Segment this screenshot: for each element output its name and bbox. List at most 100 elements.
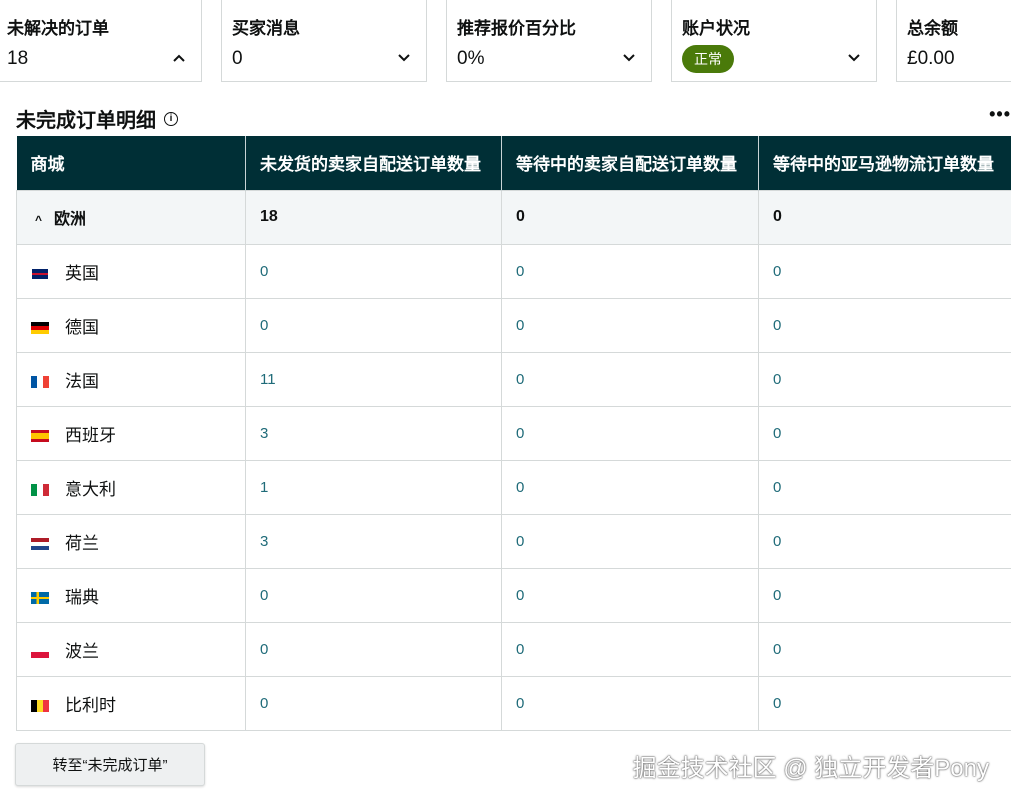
marketplace-name: 法国 (65, 371, 99, 391)
flag-es-icon (31, 430, 49, 443)
flag-se-icon (31, 592, 49, 605)
card-title: 总余额 (907, 19, 958, 38)
cell-value[interactable]: 0 (501, 405, 759, 461)
cell-value[interactable]: 1 (245, 459, 502, 515)
flag-fr-icon (31, 376, 49, 389)
cell-value[interactable]: 0 (245, 621, 502, 677)
card-value: 0 (232, 48, 243, 69)
card-title: 账户状况 (682, 19, 750, 38)
column-header: 等待中的卖家自配送订单数量 (501, 136, 759, 190)
cell-value: 18 (245, 189, 502, 245)
card-value: 0% (457, 48, 485, 69)
table-group-row[interactable]: ^ 欧洲 18 0 0 (16, 189, 1011, 245)
chevron-up-icon[interactable]: ^ (35, 213, 42, 227)
card-featured-offer[interactable]: 推荐报价百分比 0% (446, 0, 652, 82)
cell-value[interactable]: 0 (758, 459, 1011, 515)
cell-value[interactable]: 0 (758, 297, 1011, 353)
cell-value[interactable]: 0 (501, 459, 759, 515)
marketplace-cell: 意大利 (16, 459, 246, 515)
marketplace-cell: 瑞典 (16, 567, 246, 623)
cell-value[interactable]: 0 (501, 243, 759, 299)
cell-value[interactable]: 0 (501, 675, 759, 731)
table-row: 荷兰 3 0 0 (16, 513, 1011, 569)
watermark: 掘金技术社区 @ 独立开发者Pony (632, 755, 989, 782)
cell-value: 0 (758, 189, 1011, 245)
chevron-up-icon[interactable] (171, 50, 187, 66)
chevron-down-icon[interactable] (396, 50, 412, 66)
chevron-down-icon[interactable] (621, 50, 637, 66)
cell-value[interactable]: 0 (501, 567, 759, 623)
cell-value[interactable]: 0 (501, 621, 759, 677)
card-total-balance[interactable]: 总余额 £0.00 (896, 0, 1011, 82)
cell-value[interactable]: 3 (245, 405, 502, 461)
cell-value[interactable]: 0 (501, 297, 759, 353)
cell-value[interactable]: 0 (758, 675, 1011, 731)
cell-value[interactable]: 0 (501, 513, 759, 569)
table-row: 瑞典 0 0 0 (16, 567, 1011, 623)
column-header: 等待中的亚马逊物流订单数量 (758, 136, 1011, 190)
table-row: 波兰 0 0 0 (16, 621, 1011, 677)
table-row: 意大利 1 0 0 (16, 459, 1011, 515)
cell-value[interactable]: 0 (758, 621, 1011, 677)
cell-value[interactable]: 0 (245, 675, 502, 731)
card-title: 未解决的订单 (7, 19, 109, 38)
card-open-orders[interactable]: 未解决的订单 18 (0, 0, 202, 82)
card-value: £0.00 (907, 48, 955, 69)
marketplace-cell: 英国 (16, 243, 246, 299)
go-to-unshipped-orders-button[interactable]: 转至“未完成订单” (15, 743, 205, 786)
flag-pl-icon (31, 646, 49, 659)
marketplace-name: 西班牙 (65, 425, 116, 445)
summary-cards: 未解决的订单 18 买家消息 0 推荐报价百分比 0% 账户状况 正常 总余额 … (0, 0, 1011, 82)
card-buyer-messages[interactable]: 买家消息 0 (221, 0, 427, 82)
marketplace-name: 英国 (65, 263, 99, 283)
flag-de-icon (31, 322, 49, 335)
marketplace-name: 德国 (65, 317, 99, 337)
card-title: 买家消息 (232, 19, 300, 38)
cell-value[interactable]: 3 (245, 513, 502, 569)
chevron-down-icon[interactable] (846, 50, 862, 66)
cell-value[interactable]: 0 (758, 567, 1011, 623)
table-row: 比利时 0 0 0 (16, 675, 1011, 731)
cell-value[interactable]: 0 (245, 297, 502, 353)
marketplace-name: 比利时 (65, 695, 116, 715)
orders-table: 商城 未发货的卖家自配送订单数量 等待中的卖家自配送订单数量 等待中的亚马逊物流… (16, 136, 1011, 731)
card-value: 18 (7, 48, 29, 69)
cell-value[interactable]: 0 (758, 513, 1011, 569)
cell-value[interactable]: 0 (501, 351, 759, 407)
cell-value: 0 (501, 189, 759, 245)
card-account-health[interactable]: 账户状况 正常 (671, 0, 877, 82)
marketplace-cell: 波兰 (16, 621, 246, 677)
marketplace-name: 意大利 (65, 479, 116, 499)
table-row: 法国 11 0 0 (16, 351, 1011, 407)
section-title-text: 未完成订单明细 (16, 110, 156, 132)
flag-uk-icon (31, 268, 49, 281)
marketplace-name: 荷兰 (65, 533, 99, 553)
column-header: 商城 (16, 136, 246, 190)
status-badge: 正常 (682, 45, 734, 73)
table-row: 德国 0 0 0 (16, 297, 1011, 353)
more-options-icon[interactable]: ••• (989, 104, 1011, 125)
marketplace-cell: 法国 (16, 351, 246, 407)
column-header: 未发货的卖家自配送订单数量 (245, 136, 502, 190)
flag-it-icon (31, 484, 49, 497)
marketplace-cell: 西班牙 (16, 405, 246, 461)
table-row: 英国 0 0 0 (16, 243, 1011, 299)
flag-nl-icon (31, 538, 49, 551)
marketplace-cell: 德国 (16, 297, 246, 353)
marketplace-name: 波兰 (65, 641, 99, 661)
marketplace-cell: 比利时 (16, 675, 246, 731)
cell-value[interactable]: 0 (758, 243, 1011, 299)
marketplace-cell: 荷兰 (16, 513, 246, 569)
table-row: 西班牙 3 0 0 (16, 405, 1011, 461)
marketplace-name: 瑞典 (65, 587, 99, 607)
cell-value[interactable]: 0 (758, 405, 1011, 461)
group-name: 欧洲 (54, 211, 87, 228)
info-icon[interactable]: i (164, 111, 178, 126)
section-title: 未完成订单明细 i (16, 104, 178, 133)
flag-be-icon (31, 700, 49, 713)
cell-value[interactable]: 11 (245, 351, 502, 407)
cell-value[interactable]: 0 (245, 567, 502, 623)
card-title: 推荐报价百分比 (457, 19, 576, 38)
cell-value[interactable]: 0 (245, 243, 502, 299)
cell-value[interactable]: 0 (758, 351, 1011, 407)
